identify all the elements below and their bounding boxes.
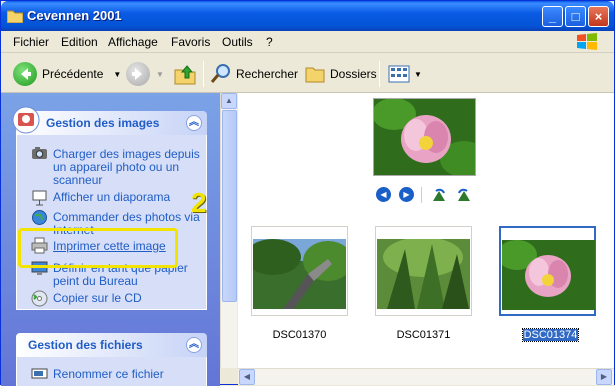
thumbnail-image bbox=[377, 239, 470, 309]
thumbnail-image bbox=[502, 240, 595, 310]
folders-button[interactable]: Dossiers bbox=[303, 62, 377, 86]
forward-button[interactable]: ▼ bbox=[126, 62, 164, 86]
file-tasks-header[interactable]: Gestion des fichiers ︽ bbox=[16, 333, 207, 357]
back-arrow-icon bbox=[13, 62, 37, 86]
back-dropdown-icon[interactable]: ▼ bbox=[113, 70, 121, 79]
up-folder-button[interactable] bbox=[173, 62, 197, 86]
file-tasks-panel: Renommer ce fichier bbox=[16, 357, 207, 386]
minimize-icon: _ bbox=[548, 9, 557, 24]
image-tasks-title: Gestion des images bbox=[46, 116, 160, 130]
window-title: Cevennen 2001 bbox=[27, 8, 122, 23]
views-dropdown-icon: ▼ bbox=[414, 69, 422, 79]
scroll-left-arrow-icon[interactable]: ◀ bbox=[239, 369, 255, 385]
thumbnail-caption: DSC01371 bbox=[396, 329, 451, 341]
thumbnail[interactable] bbox=[251, 226, 348, 316]
collapse-chevron-icon[interactable]: ︽ bbox=[186, 115, 202, 131]
nav-separator bbox=[421, 187, 422, 203]
back-label: Précédente bbox=[42, 67, 104, 81]
maximize-button[interactable]: □ bbox=[565, 6, 586, 27]
slideshow-icon bbox=[32, 190, 47, 206]
horizontal-scrollbar[interactable]: ◀ ▶ bbox=[238, 368, 614, 385]
thumbnail-caption-selected: DSC01374 bbox=[522, 328, 579, 342]
preview-image bbox=[373, 98, 476, 176]
back-button[interactable]: Précédente ▼ bbox=[13, 62, 121, 86]
views-button[interactable]: ▼ bbox=[387, 62, 422, 86]
windows-logo-icon bbox=[577, 33, 597, 50]
thumbnail-caption: DSC01370 bbox=[272, 329, 327, 341]
menu-bar: Fichier Edition Affichage Favoris Outils… bbox=[1, 31, 614, 53]
close-button[interactable]: × bbox=[588, 6, 609, 27]
toolbar: Précédente ▼ ▼ Rechercher Dossiers ▼ bbox=[1, 54, 614, 93]
rotate-clockwise-icon[interactable] bbox=[431, 187, 447, 203]
task-copy-cd[interactable]: Copier sur le CD bbox=[53, 292, 203, 305]
title-bar[interactable]: Cevennen 2001 _ □ × bbox=[1, 1, 614, 31]
image-tasks-panel: Charger des images depuis un appareil ph… bbox=[16, 135, 207, 310]
menu-fichier[interactable]: Fichier bbox=[13, 35, 49, 49]
callout-step-number: 2 bbox=[191, 187, 207, 218]
camera-icon bbox=[32, 147, 47, 159]
rename-icon bbox=[31, 368, 48, 379]
search-label: Rechercher bbox=[236, 67, 299, 81]
image-tasks-header[interactable]: Gestion des images ︽ bbox=[12, 106, 207, 135]
task-slideshow[interactable]: Afficher un diaporama bbox=[53, 191, 203, 204]
search-button[interactable]: Rechercher bbox=[209, 62, 298, 86]
menu-help[interactable]: ? bbox=[266, 35, 273, 49]
file-tasks-title: Gestion des fichiers bbox=[28, 338, 143, 352]
view-thumbnails-icon bbox=[388, 65, 410, 83]
thumbnail[interactable] bbox=[375, 226, 472, 316]
globe-icon bbox=[32, 210, 47, 225]
previous-icon: ◀ bbox=[380, 190, 387, 199]
task-load-images[interactable]: Charger des images depuis un appareil ph… bbox=[53, 148, 203, 187]
image-tasks-icon bbox=[12, 106, 40, 134]
folder-up-icon bbox=[174, 65, 196, 85]
folder-icon bbox=[7, 10, 23, 23]
previous-image-button[interactable]: ◀ bbox=[376, 187, 391, 202]
callout-highlight bbox=[18, 228, 178, 268]
cd-icon bbox=[31, 290, 48, 307]
menu-affichage[interactable]: Affichage bbox=[108, 35, 158, 49]
explorer-window: Cevennen 2001 _ □ × Fichier Edition Affi… bbox=[0, 0, 615, 386]
forward-arrow-icon bbox=[126, 62, 150, 86]
menu-edition[interactable]: Edition bbox=[61, 35, 98, 49]
toolbar-separator bbox=[379, 61, 380, 87]
next-image-button[interactable]: ▶ bbox=[399, 187, 414, 202]
toolbar-separator bbox=[203, 61, 204, 87]
task-rename-file[interactable]: Renommer ce fichier bbox=[53, 368, 203, 381]
search-icon bbox=[210, 64, 230, 83]
folders-icon bbox=[305, 67, 325, 83]
thumbnail-image bbox=[253, 239, 346, 309]
folders-label: Dossiers bbox=[330, 67, 377, 81]
scroll-up-arrow-icon[interactable]: ▲ bbox=[221, 93, 237, 109]
forward-dropdown-icon[interactable]: ▼ bbox=[156, 70, 164, 79]
next-icon: ▶ bbox=[403, 190, 410, 199]
rotate-counterclockwise-icon[interactable] bbox=[456, 187, 472, 203]
sidebar-scrollbar[interactable]: ▲ bbox=[220, 93, 237, 368]
scrollbar-thumb[interactable] bbox=[222, 110, 237, 302]
scroll-right-arrow-icon[interactable]: ▶ bbox=[596, 369, 612, 385]
maximize-icon: □ bbox=[571, 9, 580, 24]
minimize-button[interactable]: _ bbox=[542, 6, 563, 27]
close-icon: × bbox=[594, 9, 603, 24]
menu-favoris[interactable]: Favoris bbox=[171, 35, 210, 49]
thumbnail-selected[interactable] bbox=[499, 226, 596, 316]
menu-outils[interactable]: Outils bbox=[222, 35, 253, 49]
collapse-chevron-icon[interactable]: ︽ bbox=[186, 337, 202, 353]
